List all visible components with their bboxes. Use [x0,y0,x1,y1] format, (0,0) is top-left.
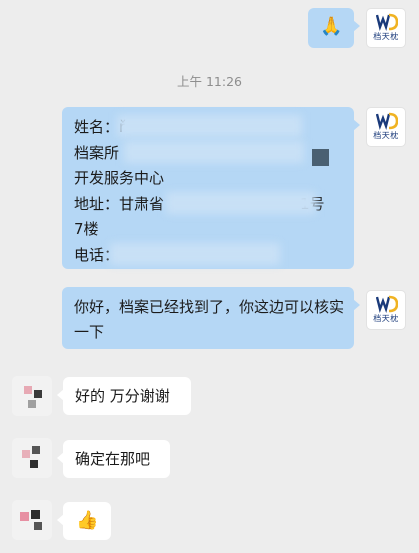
brand-logo-icon [376,13,398,31]
incoming-confirm-bubble[interactable]: 确定在那吧 [57,440,170,478]
avatar-mosaic [34,522,42,530]
brand-avatar-text: 档天枕 [373,32,399,41]
privacy-blur-phone [110,243,280,265]
brand-avatar-text: 档天枕 [373,314,399,323]
archive-found-bubble[interactable]: 你好，档案已经找到了，你这边可以核实一下 [62,287,360,349]
brand-avatar-text: 档天枕 [373,131,399,140]
user-avatar[interactable] [12,376,52,416]
incoming-thanks-bubble[interactable]: 好的 万分谢谢 [57,377,191,415]
card-name-label: 姓名： [74,118,120,136]
incoming-thanks-text: 好的 万分谢谢 [75,387,170,405]
privacy-blur-address [166,192,316,214]
avatar-mosaic [31,510,40,519]
user-avatar[interactable] [12,438,52,478]
brand-avatar[interactable]: 档天枕 [366,107,406,147]
thumbs-up-emoji: 👍 [76,510,99,531]
address-card-bubble[interactable]: 姓名：ř 档案所 开发服务中心 地址：甘肃省1号 7楼 电话： [62,107,360,269]
pray-emoji: 🙏 [320,16,343,37]
avatar-mosaic [20,512,29,521]
avatar-mosaic [30,460,38,468]
avatar-mosaic [28,400,36,408]
privacy-blur-office [124,141,304,163]
user-avatar[interactable] [12,500,52,540]
privacy-blur-name [117,115,302,137]
card-address-label: 地址：甘肃省 [74,194,165,213]
incoming-thumbs-bubble[interactable]: 👍 [57,502,111,540]
avatar-mosaic [32,446,40,454]
archive-found-text: 你好，档案已经找到了，你这边可以核实一下 [74,298,345,341]
brand-avatar[interactable]: 档天枕 [366,290,406,330]
avatar-mosaic [24,386,32,394]
card-center-line: 开发服务中心 [74,169,165,187]
incoming-confirm-text: 确定在那吧 [75,450,151,468]
brand-logo-icon [376,112,398,130]
avatar-mosaic [34,390,42,398]
card-floor-line: 7楼 [74,220,99,238]
message-timestamp: 上午 11:26 [177,74,242,89]
avatar-mosaic [22,450,30,458]
brand-logo-icon [376,295,398,313]
redaction-square [312,149,329,166]
outgoing-emoji-bubble[interactable]: 🙏 [308,8,360,48]
brand-avatar[interactable]: 档天枕 [366,8,406,48]
